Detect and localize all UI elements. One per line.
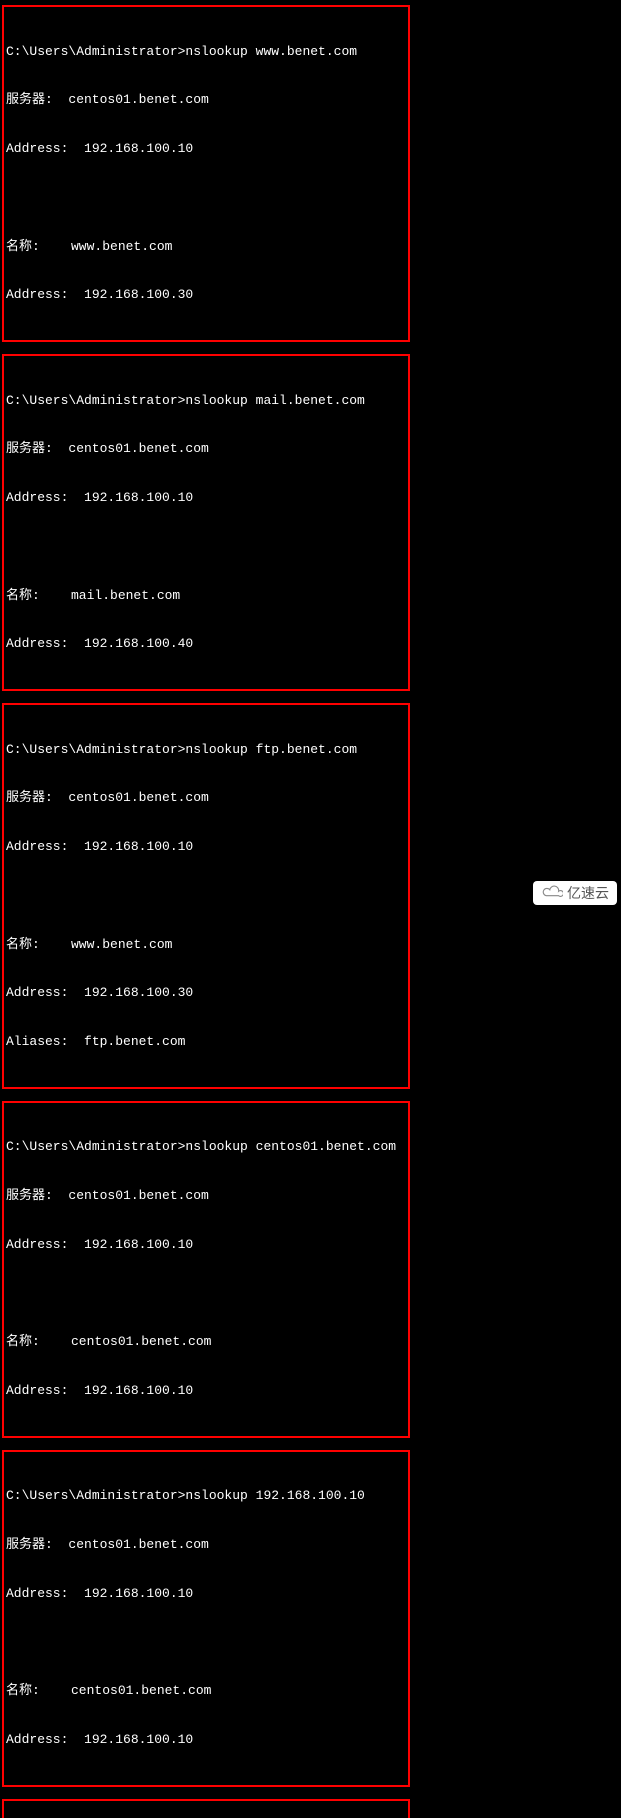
server-label: 服务器: centos01.benet.com bbox=[6, 441, 408, 457]
result-name: 名称: www.benet.com bbox=[6, 239, 408, 255]
cmd-line: C:\Users\Administrator>nslookup www.bene… bbox=[6, 44, 408, 60]
blank-line bbox=[6, 888, 408, 904]
result-address: Address: 192.168.100.40 bbox=[6, 636, 408, 652]
result-aliases: Aliases: ftp.benet.com bbox=[6, 1034, 408, 1050]
nslookup-block: C:\Users\Administrator>nslookup ftp.bene… bbox=[2, 703, 410, 1089]
cmd-line: C:\Users\Administrator>nslookup mail.ben… bbox=[6, 393, 408, 409]
nslookup-block: C:\Users\Administrator>nslookup mail.ben… bbox=[2, 354, 410, 691]
result-address: Address: 192.168.100.10 bbox=[6, 1732, 408, 1748]
server-address: Address: 192.168.100.10 bbox=[6, 1237, 408, 1253]
result-name: 名称: centos01.benet.com bbox=[6, 1683, 408, 1699]
server-label: 服务器: centos01.benet.com bbox=[6, 790, 408, 806]
nslookup-block: C:\Users\Administrator>nslookup centos01… bbox=[2, 1101, 410, 1438]
blank-line bbox=[6, 539, 408, 555]
watermark-text: 亿速云 bbox=[567, 883, 609, 903]
server-address: Address: 192.168.100.10 bbox=[6, 839, 408, 855]
server-label: 服务器: centos01.benet.com bbox=[6, 1188, 408, 1204]
result-address: Address: 192.168.100.30 bbox=[6, 287, 408, 303]
cmd-line: C:\Users\Administrator>nslookup 192.168.… bbox=[6, 1488, 408, 1504]
server-label: 服务器: centos01.benet.com bbox=[6, 92, 408, 108]
server-address: Address: 192.168.100.10 bbox=[6, 490, 408, 506]
server-address: Address: 192.168.100.10 bbox=[6, 141, 408, 157]
nslookup-block: C:\Users\Administrator>nslookup www.bene… bbox=[2, 5, 410, 342]
server-label: 服务器: centos01.benet.com bbox=[6, 1537, 408, 1553]
result-name: 名称: centos01.benet.com bbox=[6, 1334, 408, 1350]
nslookup-block: C:\Users\Administrator>nslookup 192.168.… bbox=[2, 1799, 410, 1818]
server-address: Address: 192.168.100.10 bbox=[6, 1586, 408, 1602]
blank-line bbox=[6, 1635, 408, 1651]
terminal-output: C:\Users\Administrator>nslookup www.bene… bbox=[0, 0, 621, 1818]
result-address: Address: 192.168.100.10 bbox=[6, 1383, 408, 1399]
cloud-icon bbox=[541, 885, 563, 902]
watermark: 亿速云 bbox=[533, 881, 617, 905]
blank-line bbox=[6, 190, 408, 206]
result-address: Address: 192.168.100.30 bbox=[6, 985, 408, 1001]
result-name: 名称: www.benet.com bbox=[6, 937, 408, 953]
nslookup-block: C:\Users\Administrator>nslookup 192.168.… bbox=[2, 1450, 410, 1787]
blank-line bbox=[6, 1286, 408, 1302]
cmd-line: C:\Users\Administrator>nslookup ftp.bene… bbox=[6, 742, 408, 758]
cmd-line: C:\Users\Administrator>nslookup centos01… bbox=[6, 1139, 408, 1155]
result-name: 名称: mail.benet.com bbox=[6, 588, 408, 604]
